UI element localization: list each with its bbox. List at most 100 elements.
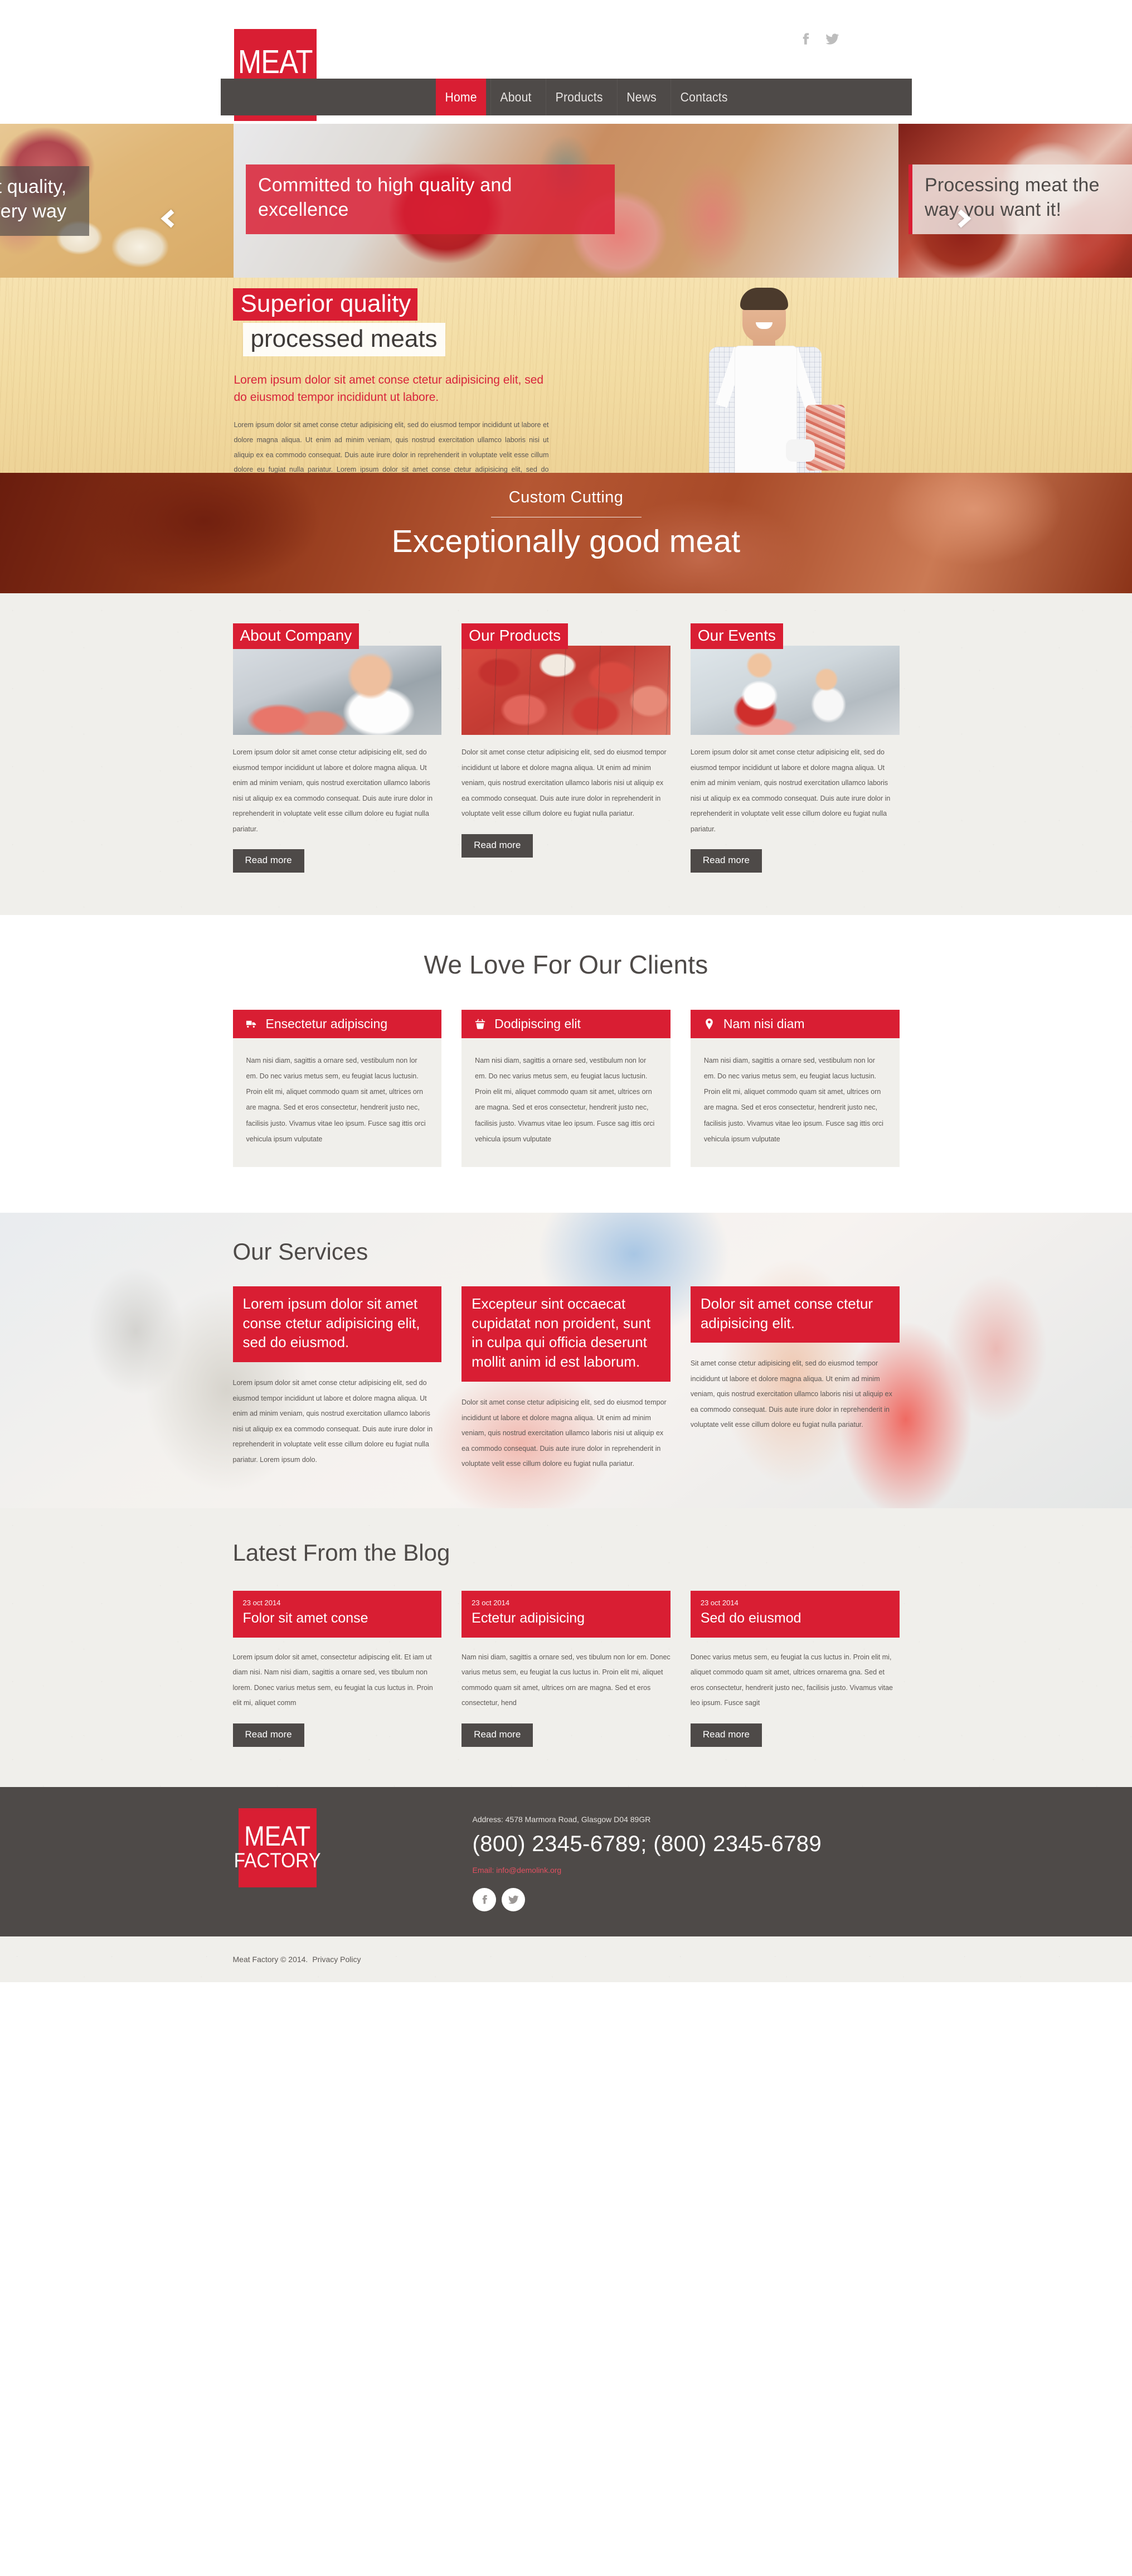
read-more-button-blog-post-1[interactable]: Read more xyxy=(232,1723,304,1747)
client-card-3-header: Nam nisi diam xyxy=(690,1010,900,1038)
service-card-1: Lorem ipsum dolor sit amet conse ctetur … xyxy=(232,1286,442,1472)
facebook-icon xyxy=(482,1895,487,1904)
nav-item-about[interactable]: About xyxy=(490,79,541,115)
feature-photo-about-company xyxy=(232,646,442,735)
facebook-icon[interactable] xyxy=(798,31,813,47)
blog-post-3-header[interactable]: 23 oct 2014 Sed do eiusmod xyxy=(690,1590,900,1638)
footer-logo[interactable]: MEAT FACTORY xyxy=(234,1808,321,1887)
map-pin-icon xyxy=(706,1018,713,1030)
site-header: MEAT FACTORY Home About Products New xyxy=(0,0,1132,124)
main-navigation: Home About Products News Contacts xyxy=(220,79,912,115)
slide-previous-caption: Always the best quality, every day, in e… xyxy=(0,166,89,236)
blog-section: Latest From the Blog 23 oct 2014 Folor s… xyxy=(0,1508,1132,1787)
nav-item-news[interactable]: News xyxy=(616,79,666,115)
cutting-subtitle: Custom Cutting xyxy=(508,488,624,506)
butcher-portrait-image xyxy=(677,285,845,473)
header-social-links xyxy=(798,31,839,47)
read-more-button-about-company[interactable]: Read more xyxy=(232,849,304,873)
page-root: MEAT FACTORY Home About Products New xyxy=(0,0,1132,1982)
footer-email-link[interactable]: Email: info@demolink.org xyxy=(473,1866,562,1875)
cutting-title: Exceptionally good meat xyxy=(391,524,741,559)
client-card-3: Nam nisi diam Nam nisi diam, sagittis a … xyxy=(690,1010,900,1167)
copyright-bar: Meat Factory © 2014. Privacy Policy xyxy=(0,1936,1132,1982)
blog-post-1-title: Folor sit amet conse xyxy=(242,1610,368,1626)
blog-post-1-date: 23 oct 2014 xyxy=(242,1598,281,1607)
feature-text-our-products: Dolor sit amet conse ctetur adipisicing … xyxy=(461,748,667,817)
footer-facebook-button[interactable] xyxy=(472,1887,496,1911)
feature-badge-about-company: About Company xyxy=(232,623,359,649)
service-card-1-heading: Lorem ipsum dolor sit amet conse ctetur … xyxy=(232,1286,442,1363)
superior-lead-text: Lorem ipsum dolor sit amet conse ctetur … xyxy=(234,373,544,404)
slide-active[interactable]: Committed to high quality and excellence xyxy=(234,124,898,278)
slider-prev-arrow-icon[interactable] xyxy=(158,207,180,230)
clients-grid: Ensectetur adipiscing Nam nisi diam, sag… xyxy=(221,980,912,1167)
feature-badge-our-events: Our Events xyxy=(690,623,783,649)
nav-item-home[interactable]: Home xyxy=(435,79,486,115)
services-section-title: Our Services xyxy=(232,1238,368,1265)
footer-logo-line-2: FACTORY xyxy=(234,1849,321,1872)
footer-twitter-button[interactable] xyxy=(501,1887,525,1911)
service-card-3-heading: Dolor sit amet conse ctetur adipisicing … xyxy=(690,1286,900,1343)
service-card-2: Excepteur sint occaecat cupidatat non pr… xyxy=(461,1286,671,1472)
blog-post-2-header[interactable]: 23 oct 2014 Ectetur adipisicing xyxy=(461,1590,671,1638)
services-grid: Lorem ipsum dolor sit amet conse ctetur … xyxy=(232,1286,900,1472)
slide-next[interactable]: Processing meat the way you want it! xyxy=(898,124,1132,278)
blog-post-2-text: Nam nisi diam, sagittis a ornare sed, ve… xyxy=(461,1653,671,1707)
slide-next-caption: Processing meat the way you want it! xyxy=(908,164,1132,235)
feature-columns-section: About Company Lorem ipsum dolor sit amet… xyxy=(0,593,1132,915)
blog-post-2-date: 23 oct 2014 xyxy=(472,1598,510,1607)
superior-body-text: Lorem ipsum dolor sit amet conse ctetur … xyxy=(234,420,549,473)
service-card-2-text: Dolor sit amet conse ctetur adipisicing … xyxy=(461,1398,667,1468)
blog-post-1-text: Lorem ipsum dolor sit amet, consectetur … xyxy=(232,1653,433,1707)
feature-photo-our-products xyxy=(461,646,671,735)
feature-text-about-company: Lorem ipsum dolor sit amet conse ctetur … xyxy=(232,748,433,833)
client-card-1-text: Nam nisi diam, sagittis a ornare sed, ve… xyxy=(246,1057,426,1143)
client-card-2-text: Nam nisi diam, sagittis a ornare sed, ve… xyxy=(475,1057,655,1143)
client-card-2: Dodipiscing elit Nam nisi diam, sagittis… xyxy=(461,1010,671,1167)
client-card-2-title: Dodipiscing elit xyxy=(494,1016,581,1031)
client-card-3-title: Nam nisi diam xyxy=(723,1016,805,1031)
feature-photo-our-events xyxy=(690,646,900,735)
nav-item-products[interactable]: Products xyxy=(545,79,612,115)
clients-section: We Love For Our Clients Ensectetur adipi… xyxy=(0,915,1132,1213)
footer-contacts: Address: 4578 Marmora Road, Glasgow D04 … xyxy=(472,1815,822,1911)
slide-previous[interactable]: Always the best quality, every day, in e… xyxy=(0,124,234,278)
basket-icon xyxy=(475,1019,485,1029)
client-card-2-header: Dodipiscing elit xyxy=(461,1010,671,1038)
read-more-button-our-events[interactable]: Read more xyxy=(690,849,762,873)
logo-line-1: MEAT xyxy=(237,43,313,81)
site-footer: MEAT FACTORY Address: 4578 Marmora Road,… xyxy=(0,1786,1132,1936)
service-card-2-heading: Excepteur sint occaecat cupidatat non pr… xyxy=(461,1286,671,1382)
read-more-button-blog-post-2[interactable]: Read more xyxy=(461,1723,533,1747)
feature-grid: About Company Lorem ipsum dolor sit amet… xyxy=(221,623,912,873)
twitter-icon[interactable] xyxy=(825,31,839,47)
blog-post-1-header[interactable]: 23 oct 2014 Folor sit amet conse xyxy=(232,1590,442,1638)
blog-post-2: 23 oct 2014 Ectetur adipisicing Nam nisi… xyxy=(461,1590,671,1747)
service-card-3-text: Sit amet conse ctetur adipisicing elit, … xyxy=(690,1359,892,1429)
feature-badge-our-products: Our Products xyxy=(461,623,569,649)
client-card-1-title: Ensectetur adipiscing xyxy=(265,1016,388,1031)
clients-section-title: We Love For Our Clients xyxy=(424,950,708,979)
blog-post-3-date: 23 oct 2014 xyxy=(700,1598,739,1607)
blog-section-title: Latest From the Blog xyxy=(232,1539,450,1566)
copyright-text: Meat Factory © 2014. xyxy=(232,1954,308,1964)
footer-phone[interactable]: (800) 2345-6789; (800) 2345-6789 xyxy=(473,1832,822,1857)
custom-cutting-banner: Custom Cutting Exceptionally good meat xyxy=(0,473,1132,593)
blog-post-1: 23 oct 2014 Folor sit amet conse Lorem i… xyxy=(232,1590,442,1747)
footer-logo-line-1: MEAT xyxy=(244,1820,310,1852)
twitter-icon xyxy=(508,1895,519,1904)
blog-post-3: 23 oct 2014 Sed do eiusmod Donec varius … xyxy=(690,1590,900,1747)
client-card-1-header: Ensectetur adipiscing xyxy=(232,1010,442,1038)
hero-slider: Always the best quality, every day, in e… xyxy=(0,124,1132,278)
read-more-button-our-products[interactable]: Read more xyxy=(461,834,533,858)
blog-grid: 23 oct 2014 Folor sit amet conse Lorem i… xyxy=(232,1590,900,1747)
slider-next-arrow-icon[interactable] xyxy=(952,207,974,230)
footer-social-links xyxy=(472,1887,822,1911)
slide-active-caption: Committed to high quality and excellence xyxy=(246,164,615,235)
nav-item-contacts[interactable]: Contacts xyxy=(671,79,737,115)
superior-title-line-1: Superior quality xyxy=(232,288,418,321)
blog-post-3-text: Donec varius metus sem, eu feugiat la cu… xyxy=(690,1653,893,1707)
privacy-policy-link[interactable]: Privacy Policy xyxy=(312,1955,361,1964)
truck-icon xyxy=(246,1020,256,1028)
read-more-button-blog-post-3[interactable]: Read more xyxy=(690,1723,762,1747)
